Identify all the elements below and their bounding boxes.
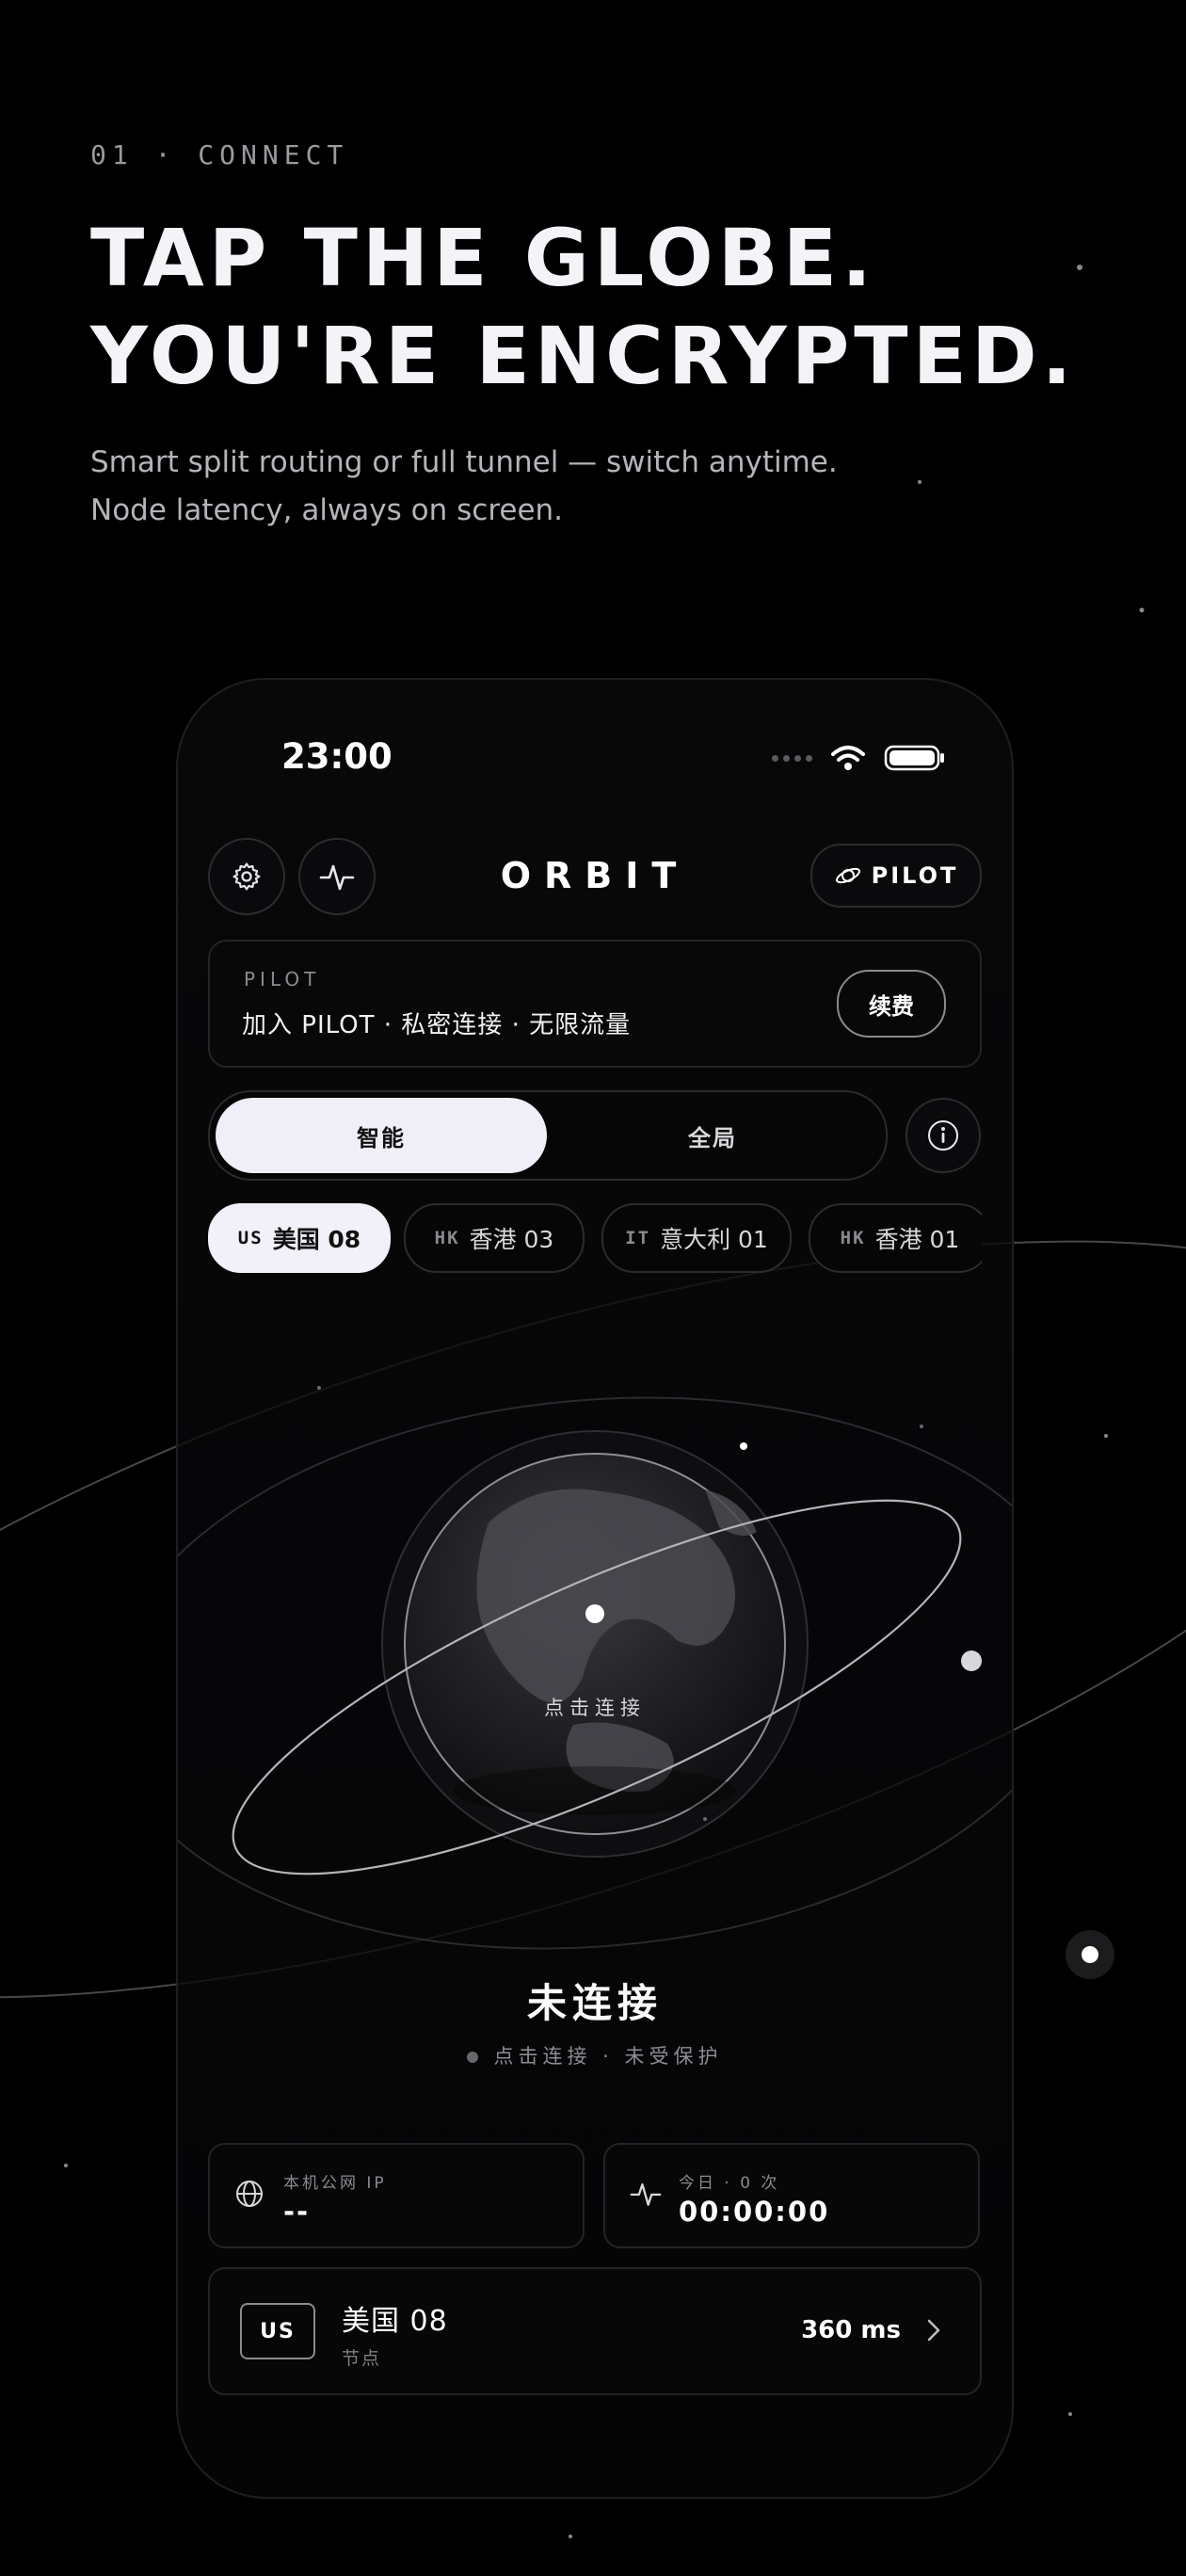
connection-status-title: 未连接	[526, 1980, 663, 2026]
promo-text: 加入 PILOT · 私密连接 · 无限流量	[242, 1011, 632, 1039]
headline-line-2: YOU'RE ENCRYPTED.	[90, 310, 1077, 402]
node-country-badge: US	[240, 2303, 315, 2359]
node-chip-code: US	[237, 1228, 264, 1248]
node-chip-row: US 美国 08 HK 香港 03 IT 意大利 01 HK 香港 01	[208, 1203, 982, 1273]
renew-button[interactable]: 续费	[837, 970, 946, 1038]
headline-line-1: TAP THE GLOBE.	[90, 212, 877, 304]
wifi-icon	[831, 746, 865, 770]
today-usage-value: 00:00:00	[679, 2196, 830, 2228]
today-usage-card: 今日 · 0 次 00:00:00	[603, 2143, 980, 2248]
globe-connect-label[interactable]: 点击连接	[178, 1693, 1012, 1721]
status-dot-icon	[467, 2052, 479, 2063]
node-chip-name: 意大利 01	[660, 1226, 768, 1253]
signal-dots-icon	[772, 754, 812, 762]
battery-icon	[884, 745, 944, 771]
hero-subtitle: Smart split routing or full tunnel — swi…	[90, 439, 838, 535]
node-chip-hk-03[interactable]: HK 香港 03	[404, 1203, 585, 1273]
subtitle-line-1: Smart split routing or full tunnel — swi…	[90, 445, 838, 479]
planet-icon	[835, 867, 860, 884]
connection-status-subtitle: 点击连接 · 未受保护	[178, 2041, 1012, 2069]
node-chip-code: HK	[840, 1228, 866, 1248]
public-ip-label: 本机公网 IP	[283, 2174, 387, 2193]
node-kind: 节点	[342, 2348, 382, 2369]
phone-mockup: 23:00 ORBIT PILOT PILOT 加入 PILOT · 私密连接 …	[176, 678, 1014, 2499]
node-chip-name: 美国 08	[272, 1226, 361, 1253]
pulse-icon	[630, 2182, 662, 2206]
node-chip-us-08[interactable]: US 美国 08	[208, 1203, 391, 1273]
node-name: 美国 08	[342, 2305, 448, 2338]
info-icon	[928, 1120, 958, 1151]
mode-smart[interactable]: 智能	[216, 1098, 547, 1173]
pilot-promo-card[interactable]: PILOT 加入 PILOT · 私密连接 · 无限流量 续费	[208, 940, 982, 1068]
public-ip-card: 本机公网 IP --	[208, 2143, 585, 2248]
routing-mode-switch: 智能 全局	[208, 1090, 888, 1181]
node-chip-name: 香港 01	[874, 1226, 960, 1253]
connection-status-text: 点击连接 · 未受保护	[493, 2045, 723, 2068]
hero-headline: TAP THE GLOBE. YOU'RE ENCRYPTED.	[90, 209, 1077, 405]
current-node-card[interactable]: US 美国 08 节点 360 ms	[208, 2267, 982, 2395]
pilot-button-label: PILOT	[871, 862, 959, 889]
node-chip-name: 香港 03	[469, 1226, 554, 1253]
node-chip-hk-01[interactable]: HK 香港 01	[809, 1203, 982, 1273]
public-ip-value: --	[283, 2196, 311, 2228]
subtitle-line-2: Node latency, always on screen.	[90, 493, 564, 527]
promo-kicker: PILOT	[244, 968, 321, 990]
section-eyebrow: 01 · CONNECT	[90, 139, 349, 170]
node-chip-code: HK	[434, 1228, 460, 1248]
chevron-right-icon	[927, 2319, 940, 2342]
mode-info-button[interactable]	[906, 1098, 981, 1173]
globe-icon	[236, 2181, 263, 2207]
today-usage-label: 今日 · 0 次	[679, 2174, 780, 2193]
node-latency: 360 ms	[801, 2316, 901, 2344]
node-chip-code: IT	[625, 1228, 651, 1248]
mode-global[interactable]: 全局	[547, 1098, 878, 1173]
pilot-button[interactable]: PILOT	[810, 844, 982, 908]
node-chip-it-01[interactable]: IT 意大利 01	[601, 1203, 792, 1273]
status-time: 23:00	[281, 736, 393, 777]
status-icons	[772, 744, 946, 772]
